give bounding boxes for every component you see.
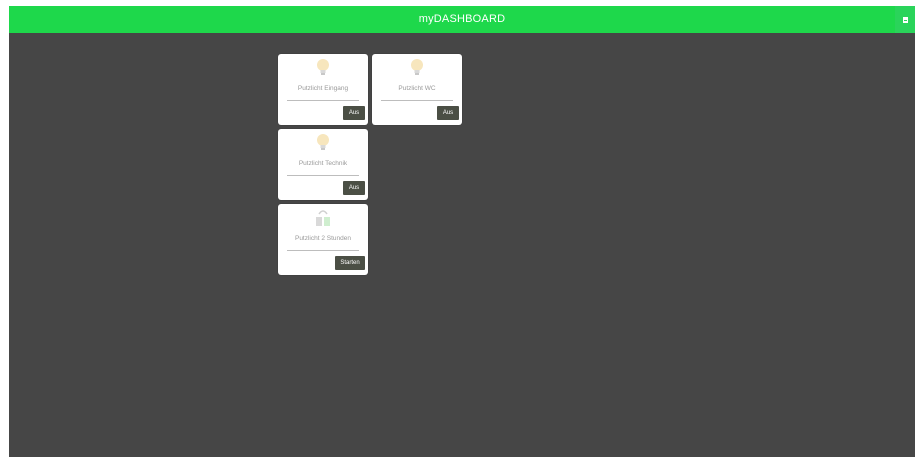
card-label: Putzlicht Eingang [297, 85, 349, 92]
top-bar: myDASHBOARD [9, 6, 915, 33]
divider [287, 250, 359, 251]
light-card-wc: Putzlicht WC Aus [372, 54, 462, 125]
page-title: myDASHBOARD [418, 13, 506, 25]
scene-icon [278, 208, 368, 228]
light-bulb-icon [278, 133, 368, 153]
divider [287, 175, 359, 176]
start-button[interactable]: Starten [335, 256, 365, 270]
menu-button[interactable] [895, 6, 915, 33]
off-button[interactable]: Aus [343, 106, 365, 120]
dashboard-frame: myDASHBOARD Putzlicht Eingang Aus Putzli… [9, 6, 915, 457]
card-label: Putzlicht 2 Stunden [294, 235, 351, 242]
menu-icon [902, 16, 908, 23]
scene-card: Putzlicht 2 Stunden Starten [278, 204, 368, 275]
light-card-technik: Putzlicht Technik Aus [278, 129, 368, 200]
card-label: Putzlicht WC [398, 85, 436, 92]
off-button[interactable]: Aus [343, 181, 365, 195]
light-bulb-icon [278, 58, 368, 78]
light-card-eingang: Putzlicht Eingang Aus [278, 54, 368, 125]
divider [381, 100, 453, 101]
card-label: Putzlicht Technik [298, 160, 348, 167]
off-button[interactable]: Aus [437, 106, 459, 120]
divider [287, 100, 359, 101]
light-bulb-icon [372, 58, 462, 78]
